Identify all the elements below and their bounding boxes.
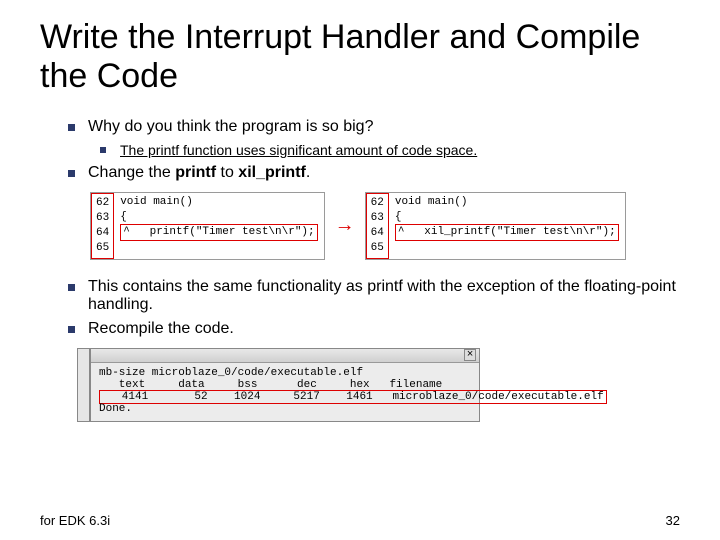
bullet-recompile: Recompile the code. <box>68 320 680 338</box>
bullet-icon <box>68 326 75 333</box>
highlighted-line: ^ printf("Timer test\n\r"); <box>120 224 317 241</box>
bullet-icon <box>68 284 75 291</box>
code-text: void main() { ^ xil_printf("Timer test\n… <box>389 193 625 258</box>
panel-tab <box>77 348 90 422</box>
line-gutter: 62636465 <box>366 193 389 258</box>
footer-left: for EDK 6.3i <box>40 513 110 528</box>
page-number: 32 <box>666 513 680 528</box>
bullet-text: Why do you think the program is so big? <box>88 118 373 135</box>
bullet-icon <box>68 170 75 177</box>
arrow-icon: → <box>335 214 355 237</box>
code-comparison: 62636465 void main() { ^ printf("Timer t… <box>90 192 680 259</box>
bullet-printf-space: The printf function uses significant amo… <box>100 142 680 158</box>
bullet-text: The printf function uses significant amo… <box>120 142 477 158</box>
slide-footer: for EDK 6.3i 32 <box>40 513 680 528</box>
close-icon[interactable]: × <box>464 349 476 361</box>
highlighted-output: 4141 52 1024 5217 1461 microblaze_0/code… <box>99 390 607 404</box>
slide-title: Write the Interrupt Handler and Compile … <box>40 18 680 96</box>
highlighted-line: ^ xil_printf("Timer test\n\r"); <box>395 224 619 241</box>
bullet-text: Recompile the code. <box>88 320 234 337</box>
bullet-text: This contains the same functionality as … <box>88 278 676 313</box>
terminal-output: × mb-size microblaze_0/code/executable.e… <box>90 348 480 422</box>
code-after: 62636465 void main() { ^ xil_printf("Tim… <box>365 192 626 259</box>
line-gutter: 62636465 <box>91 193 114 258</box>
bullet-icon <box>100 147 106 153</box>
bullet-text: Change the printf to xil_printf. <box>88 164 310 181</box>
bullet-same-functionality: This contains the same functionality as … <box>68 278 680 314</box>
bullet-why-big: Why do you think the program is so big? <box>68 118 680 136</box>
content-area: Why do you think the program is so big? … <box>40 118 680 421</box>
terminal-body: mb-size microblaze_0/code/executable.elf… <box>91 363 479 421</box>
code-text: void main() { ^ printf("Timer test\n\r")… <box>114 193 323 258</box>
bullet-icon <box>68 124 75 131</box>
bullet-change-printf: Change the printf to xil_printf. <box>68 164 680 182</box>
terminal-titlebar: × <box>91 349 479 363</box>
code-before: 62636465 void main() { ^ printf("Timer t… <box>90 192 325 259</box>
